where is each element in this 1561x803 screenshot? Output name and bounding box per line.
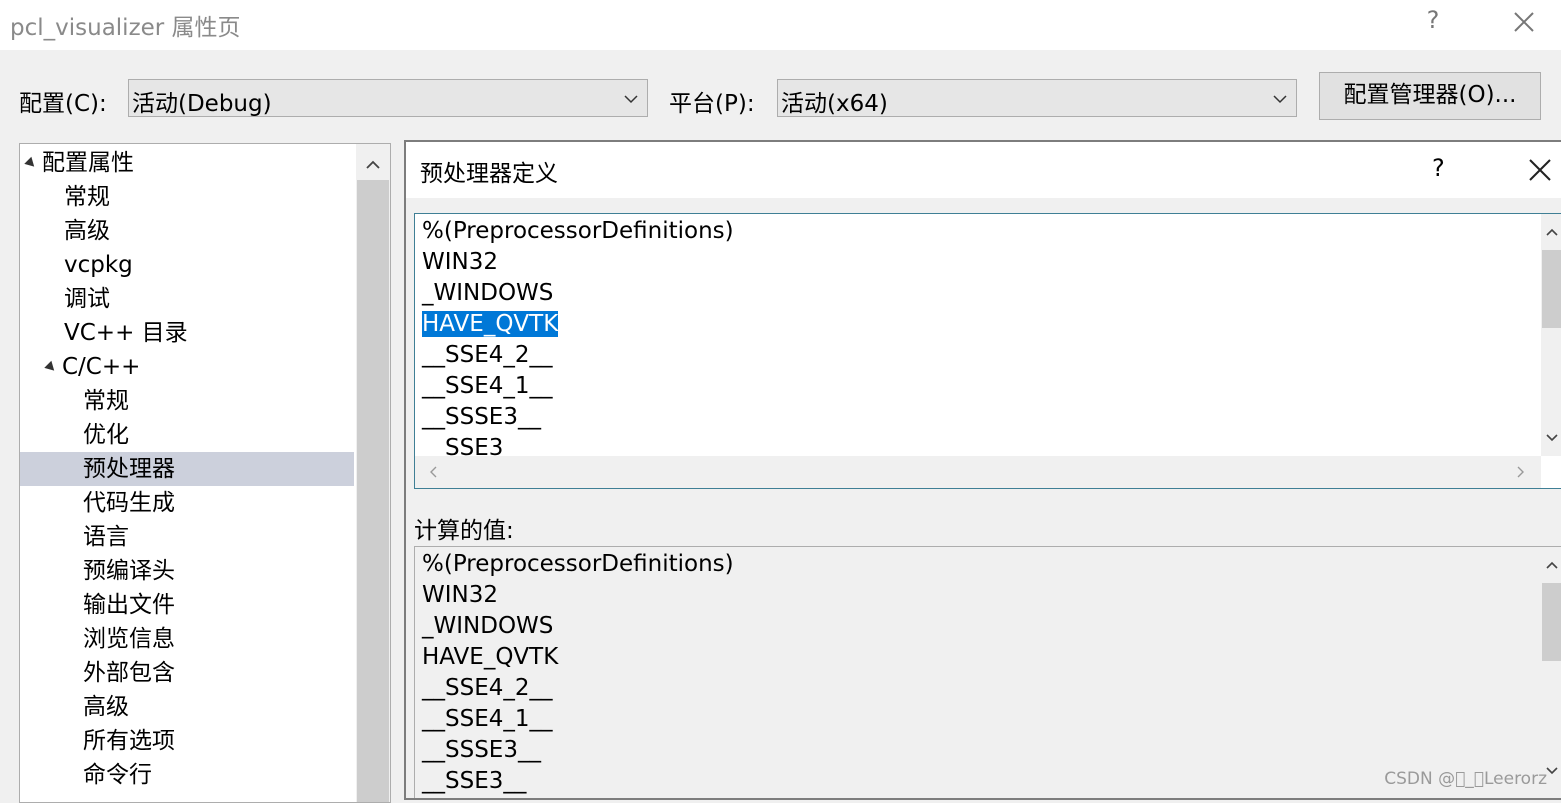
tree-item-preprocessor[interactable]: 预处理器	[20, 452, 354, 486]
tree-item-config-properties[interactable]: 配置属性	[24, 146, 134, 180]
window-title: pcl_visualizer 属性页	[10, 15, 241, 41]
tree-item[interactable]: 所有选项	[83, 724, 175, 758]
chevron-down-icon	[624, 95, 638, 104]
chevron-up-icon[interactable]	[356, 150, 390, 178]
config-dropdown[interactable]: 活动(Debug)	[128, 79, 648, 117]
platform-label: 平台(P):	[669, 91, 755, 117]
definition-line: __SSE4_2__	[422, 342, 553, 368]
close-icon[interactable]	[1506, 4, 1542, 40]
selected-text: HAVE_QVTK	[422, 311, 559, 337]
evaluated-line: __SSE4_2__	[422, 675, 553, 701]
scrollbar-thumb[interactable]	[1542, 250, 1561, 328]
dialog-title: 预处理器定义	[420, 161, 558, 187]
watermark: CSDN @ _ Leerorz	[1384, 769, 1547, 789]
tree-item[interactable]: 语言	[83, 520, 129, 554]
evaluated-line: __SSE4_1__	[422, 706, 553, 732]
chevron-right-icon[interactable]	[1513, 465, 1527, 479]
chevron-down-icon	[1273, 95, 1287, 104]
tree-item-label: C/C++	[62, 354, 141, 380]
chevron-down-icon[interactable]	[1545, 763, 1559, 777]
tree-item[interactable]: 调试	[64, 282, 110, 316]
evaluated-line: HAVE_QVTK	[422, 644, 559, 670]
tree-item[interactable]: 优化	[83, 418, 129, 452]
tree-item[interactable]: VC++ 目录	[64, 316, 188, 350]
tree-item[interactable]: 高级	[64, 214, 110, 248]
chevron-up-icon[interactable]	[1545, 559, 1559, 573]
tree-item-cpp[interactable]: C/C++	[44, 350, 141, 384]
tree-item[interactable]: 代码生成	[83, 486, 175, 520]
definition-line: WIN32	[422, 249, 498, 275]
scrollbar-thumb[interactable]	[357, 180, 389, 802]
evaluated-line: __SSSE3__	[422, 737, 541, 763]
title-bar: pcl_visualizer 属性页 ?	[0, 0, 1561, 50]
edit-horizontal-scrollbar[interactable]	[415, 456, 1541, 488]
definition-line-selected: HAVE_QVTK	[422, 309, 734, 340]
tree-item[interactable]: vcpkg	[64, 248, 133, 282]
definition-line: _WINDOWS	[422, 280, 554, 306]
chevron-left-icon[interactable]	[427, 465, 441, 479]
dialog-header: 预处理器定义 ?	[406, 142, 1561, 198]
definitions-textarea[interactable]: %(PreprocessorDefinitions) WIN32 _WINDOW…	[414, 213, 1561, 489]
tree-item[interactable]: 命令行	[83, 758, 152, 792]
evaluated-line: %(PreprocessorDefinitions)	[422, 551, 734, 577]
config-value: 活动(Debug)	[132, 91, 272, 117]
definition-line: __SSSE3__	[422, 404, 541, 430]
property-tree: 配置属性 常规 高级 vcpkg 调试 VC++ 目录 C/C++ 常规 优化 …	[19, 143, 391, 803]
tree-item[interactable]: 浏览信息	[83, 622, 175, 656]
chevron-up-icon[interactable]	[1545, 226, 1559, 240]
edit-vertical-scrollbar[interactable]	[1541, 214, 1561, 456]
evaluated-value-box: %(PreprocessorDefinitions) WIN32 _WINDOW…	[414, 546, 1561, 798]
preprocessor-dialog: 预处理器定义 ? %(PreprocessorDefinitions) WIN3…	[404, 140, 1561, 800]
tree-scrollbar[interactable]	[356, 144, 390, 802]
evaluated-line: __SSE3__	[422, 768, 527, 794]
definition-line: __SSE4_1__	[422, 373, 553, 399]
help-button[interactable]: ?	[1418, 6, 1448, 40]
expanded-triangle-icon	[44, 360, 58, 375]
close-icon[interactable]	[1526, 156, 1554, 184]
tree-item[interactable]: 常规	[64, 180, 110, 214]
expanded-triangle-icon	[24, 156, 38, 171]
dialog-help-button[interactable]: ?	[1432, 154, 1445, 182]
scrollbar-thumb[interactable]	[1542, 583, 1561, 661]
platform-value: 活动(x64)	[781, 91, 888, 117]
config-manager-button[interactable]: 配置管理器(O)...	[1319, 72, 1541, 120]
evaluated-line: WIN32	[422, 582, 498, 608]
platform-dropdown[interactable]: 活动(x64)	[777, 79, 1297, 117]
tree-item-label: 配置属性	[42, 150, 134, 176]
evaluated-vertical-scrollbar[interactable]	[1541, 547, 1561, 798]
chevron-down-icon[interactable]	[1545, 430, 1559, 444]
evaluated-value-label: 计算的值:	[414, 518, 514, 544]
tree-item[interactable]: 输出文件	[83, 588, 175, 622]
definition-line: %(PreprocessorDefinitions)	[422, 218, 734, 244]
tree-item[interactable]: 高级	[83, 690, 129, 724]
evaluated-line: _WINDOWS	[422, 613, 554, 639]
config-label: 配置(C):	[19, 91, 107, 117]
tree-item[interactable]: 常规	[83, 384, 129, 418]
tree-item[interactable]: 外部包含	[83, 656, 175, 690]
tree-item[interactable]: 预编译头	[83, 554, 175, 588]
